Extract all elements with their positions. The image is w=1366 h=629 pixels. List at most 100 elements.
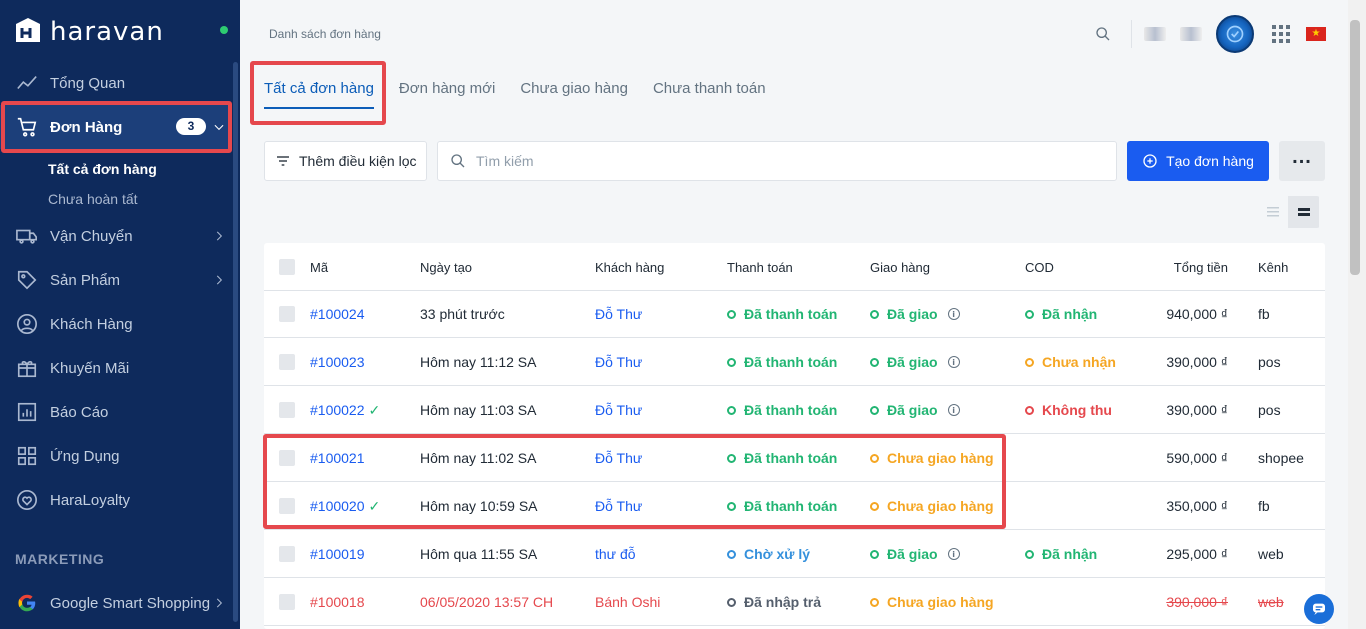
row-checkbox[interactable] [279, 290, 295, 338]
shipping-status-text: Chưa giao hàng [887, 450, 994, 466]
info-icon[interactable]: i [947, 404, 960, 416]
tab-new-orders[interactable]: Đơn hàng mới [399, 80, 495, 109]
order-channel: shopee [1258, 450, 1304, 466]
order-id-link[interactable]: #100021 [310, 434, 365, 482]
col-shipping[interactable]: Giao hàng [870, 243, 930, 291]
order-channel: pos [1258, 354, 1281, 370]
col-channel[interactable]: Kênh [1258, 243, 1288, 291]
vietnam-flag-icon[interactable]: ★ [1306, 27, 1326, 41]
order-channel: fb [1258, 498, 1270, 514]
add-filter-button[interactable]: Thêm điều kiện lọc [264, 141, 427, 181]
customer-link[interactable]: Bánh Oshi [595, 578, 660, 626]
row-checkbox[interactable] [279, 578, 295, 626]
order-channel: web [1258, 546, 1284, 562]
avatar[interactable] [1216, 15, 1254, 53]
sidebar-sub-incomplete[interactable]: Chưa hoàn tất [48, 191, 138, 207]
customer-link[interactable]: thư đỗ [595, 530, 636, 578]
col-customer[interactable]: Khách hàng [595, 243, 664, 291]
table-row[interactable]: #100020 ✓ Hôm nay 10:59 SA Đỗ Thư Đã than… [264, 482, 1325, 530]
report-icon [17, 402, 37, 422]
section-marketing-label: MARKETING [15, 551, 105, 567]
order-date: Hôm nay 11:02 SA [420, 450, 537, 466]
compact-view-icon [1297, 208, 1310, 216]
sidebar-item-haraloyalty[interactable]: HaraLoyalty [0, 478, 232, 522]
tab-unpaid[interactable]: Chưa thanh toán [653, 80, 766, 109]
app-grid-icon[interactable] [1272, 25, 1290, 43]
chat-button[interactable] [1304, 594, 1334, 624]
table-row[interactable]: #100018 06/05/2020 13:57 CH Bánh Oshi Đã… [264, 578, 1325, 626]
order-id-link[interactable]: #100020 ✓ [310, 482, 380, 530]
checkmark-icon: ✓ [368, 497, 381, 514]
order-date: 33 phút trước [420, 306, 505, 322]
customer-link[interactable]: Đỗ Thư [595, 386, 642, 434]
payment-status: Đã thanh toán [727, 290, 837, 338]
customer-link[interactable]: Đỗ Thư [595, 434, 642, 482]
shipping-status-text: Đã giao [887, 354, 938, 370]
sidebar-item-ung-dung[interactable]: Ứng Dụng [0, 434, 232, 478]
page-scrollbar-thumb[interactable] [1350, 20, 1360, 275]
select-all-checkbox[interactable] [279, 243, 295, 291]
customer-link[interactable]: Đỗ Thư [595, 482, 642, 530]
sidebar-item-khach-hang[interactable]: Khách Hàng [0, 302, 232, 346]
search-input[interactable] [476, 153, 1076, 169]
row-checkbox[interactable] [279, 434, 295, 482]
payment-status: Đã thanh toán [727, 482, 837, 530]
table-row[interactable]: #100019 Hôm qua 11:55 SA thư đỗ Chờ xử l… [264, 530, 1325, 578]
info-icon[interactable]: i [947, 356, 960, 368]
sidebar-sub-all-orders[interactable]: Tất cả đơn hàng [48, 161, 157, 177]
order-id-link[interactable]: #100024 [310, 290, 365, 338]
search-icon[interactable] [1095, 26, 1111, 42]
gift-icon [17, 361, 37, 378]
cod-status: Chưa nhận [1025, 338, 1116, 386]
row-checkbox[interactable] [279, 338, 295, 386]
sidebar-item-tong-quan[interactable]: Tổng Quan [0, 61, 232, 105]
sidebar-item-san-pham[interactable]: Sản Phẩm [0, 258, 232, 302]
col-id[interactable]: Mã [310, 243, 328, 291]
sidebar-item-don-hang[interactable]: Đơn Hàng 3 [0, 105, 232, 149]
order-date: Hôm nay 10:59 SA [420, 498, 538, 514]
compact-view-button[interactable] [1288, 196, 1319, 228]
tab-all-orders[interactable]: Tất cả đơn hàng [264, 80, 374, 109]
col-cod[interactable]: COD [1025, 243, 1054, 291]
col-date[interactable]: Ngày tạo [420, 243, 472, 291]
cod-status: Đã nhận [1025, 290, 1097, 338]
customer-link[interactable]: Đỗ Thư [595, 290, 642, 338]
sidebar-item-label: HaraLoyalty [50, 491, 131, 509]
list-view-button[interactable] [1257, 196, 1288, 228]
more-actions-button[interactable]: ... [1279, 141, 1325, 181]
cod-status-text: Chưa nhận [1042, 354, 1116, 370]
row-checkbox[interactable] [279, 386, 295, 434]
order-id-link[interactable]: #100022 ✓ [310, 386, 380, 434]
sidebar-item-google-smart-shopping[interactable]: Google Smart Shopping [0, 581, 232, 625]
sidebar-item-bao-cao[interactable]: Báo Cáo [0, 390, 232, 434]
haravan-logo[interactable]: haravan [12, 14, 164, 50]
customer-link[interactable]: Đỗ Thư [595, 338, 642, 386]
col-payment[interactable]: Thanh toán [727, 243, 793, 291]
order-tabs: Tất cả đơn hàng Đơn hàng mới Chưa giao h… [264, 80, 791, 109]
create-order-button[interactable]: Tạo đơn hàng [1127, 141, 1269, 181]
order-date: Hôm nay 11:12 SA [420, 354, 537, 370]
sidebar-item-van-chuyen[interactable]: Vận Chuyển [0, 214, 232, 258]
truck-icon [16, 229, 37, 244]
info-icon[interactable]: i [947, 308, 960, 320]
chat-icon [1313, 603, 1325, 615]
order-id-link[interactable]: #100018 [310, 578, 365, 626]
tab-not-shipped[interactable]: Chưa giao hàng [520, 80, 628, 109]
row-checkbox[interactable] [279, 530, 295, 578]
row-checkbox[interactable] [279, 482, 295, 530]
order-id-link[interactable]: #100019 [310, 530, 365, 578]
order-total: 940,000 ₫ [1166, 306, 1228, 322]
table-row[interactable]: #100021 Hôm nay 11:02 SA Đỗ Thư Đã thanh… [264, 434, 1325, 482]
order-date: 06/05/2020 13:57 CH [420, 594, 554, 610]
table-row[interactable]: #100022 ✓ Hôm nay 11:03 SA Đỗ Thư Đã than… [264, 386, 1325, 434]
payment-status: Đã thanh toán [727, 338, 837, 386]
info-icon[interactable]: i [947, 548, 960, 560]
sidebar-item-khuyen-mai[interactable]: Khuyến Mãi [0, 346, 232, 390]
order-id-link[interactable]: #100023 [310, 338, 365, 386]
table-row[interactable]: #100023 Hôm nay 11:12 SA Đỗ Thư Đã thanh… [264, 338, 1325, 386]
sidebar-scrollbar[interactable] [233, 62, 238, 622]
col-total[interactable]: Tổng tiền [1144, 243, 1228, 291]
payment-status-text: Đã thanh toán [744, 354, 838, 370]
table-row[interactable]: #100024 33 phút trước Đỗ Thư Đã thanh to… [264, 290, 1325, 338]
more-dots-icon: ... [1292, 146, 1312, 168]
